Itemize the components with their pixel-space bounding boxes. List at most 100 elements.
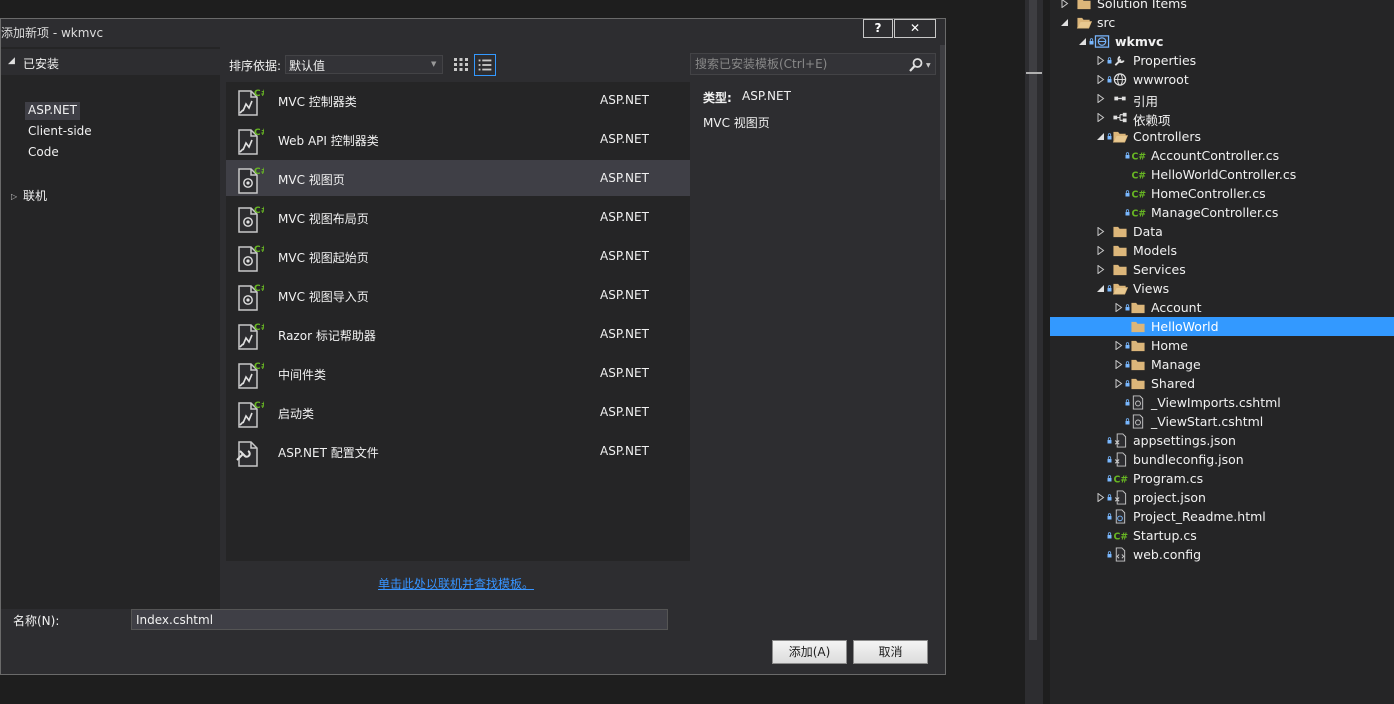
collapsed-triangle-icon[interactable] [1096, 113, 1105, 122]
category-client-side[interactable]: Client-side [25, 123, 95, 141]
tree-item[interactable]: wkmvc [1050, 32, 1394, 51]
name-input[interactable] [131, 609, 668, 630]
tree-item[interactable]: Project_Readme.html [1050, 507, 1394, 526]
search-box[interactable]: ▼ [690, 53, 936, 75]
help-button[interactable]: ? [863, 19, 893, 38]
tree-item-label: Account [1151, 300, 1202, 315]
grid-view-icon[interactable] [451, 54, 471, 74]
template-row[interactable]: C# MVC 视图起始页 ASP.NET [226, 238, 690, 274]
json-file-icon [1114, 452, 1127, 467]
collapsed-triangle-icon[interactable] [1096, 227, 1105, 236]
tree-item-label: HelloWorld [1151, 319, 1219, 334]
expanded-triangle-icon[interactable]: ◢ [8, 56, 15, 66]
sort-dropdown[interactable]: 默认值 [285, 55, 443, 74]
collapsed-triangle-icon[interactable] [1114, 379, 1123, 388]
template-row[interactable]: C# MVC 控制器类 ASP.NET [226, 82, 690, 118]
solution-explorer-tree: Solution Items src wkmvc Properties wwwroot 引… [1050, 0, 1394, 704]
collapsed-triangle-icon[interactable] [1114, 360, 1123, 369]
collapsed-triangle-icon[interactable] [1096, 265, 1105, 274]
search-icon[interactable] [908, 57, 924, 73]
config-file-icon [236, 441, 258, 467]
template-row[interactable]: C# 启动类 ASP.NET [226, 394, 690, 430]
csharp-file-icon: C# [1131, 189, 1146, 200]
sort-label: 排序依据: [229, 59, 282, 73]
dialog-titlebar[interactable]: 添加新项 - wkmvc ? ✕ [1, 19, 945, 47]
tree-item[interactable]: Data [1050, 222, 1394, 241]
tree-item[interactable]: C# Program.cs [1050, 469, 1394, 488]
tree-item-label: src [1097, 15, 1116, 30]
tree-item[interactable]: C# Startup.cs [1050, 526, 1394, 545]
collapsed-triangle-icon[interactable] [1060, 0, 1069, 8]
expanded-triangle-icon[interactable] [1096, 284, 1105, 293]
template-row[interactable]: C# MVC 视图导入页 ASP.NET [226, 277, 690, 313]
tree-item[interactable]: project.json [1050, 488, 1394, 507]
template-category: ASP.NET [600, 171, 649, 185]
tree-item[interactable]: C# AccountController.cs [1050, 146, 1394, 165]
collapsed-triangle-icon[interactable] [1096, 493, 1105, 502]
tree-item[interactable]: C# HelloWorldController.cs [1050, 165, 1394, 184]
tree-node-installed[interactable]: ◢ 已安装 [1, 49, 220, 75]
template-row[interactable]: C# MVC 视图布局页 ASP.NET [226, 199, 690, 235]
template-category-tree: ◢ 已安装 ASP.NET Client-side Code ▷ 联机 [1, 47, 220, 609]
category-code[interactable]: Code [25, 144, 62, 162]
tree-item[interactable]: Properties [1050, 51, 1394, 70]
add-button[interactable]: 添加(A) [772, 640, 847, 664]
html-file-icon [1115, 509, 1126, 524]
expanded-triangle-icon[interactable] [1078, 37, 1087, 46]
collapsed-triangle-icon[interactable] [1096, 56, 1105, 65]
chevron-down-icon[interactable]: ▼ [431, 60, 436, 68]
csharp-file-icon: C# [1113, 474, 1128, 485]
collapsed-triangle-icon[interactable] [1114, 303, 1123, 312]
tree-item[interactable]: wwwroot [1050, 70, 1394, 89]
tree-item[interactable]: 引用 [1050, 89, 1394, 109]
search-input[interactable] [691, 54, 901, 74]
tree-item[interactable]: bundleconfig.json [1050, 450, 1394, 469]
collapsed-triangle-icon[interactable] [1096, 75, 1105, 84]
close-button[interactable]: ✕ [894, 19, 936, 38]
tree-item[interactable]: Services [1050, 260, 1394, 279]
collapsed-triangle-icon[interactable] [1096, 246, 1105, 255]
category-aspnet[interactable]: ASP.NET [25, 102, 80, 120]
tree-item[interactable]: C# ManageController.cs [1050, 203, 1394, 222]
tree-item[interactable]: Home [1050, 336, 1394, 355]
tree-item[interactable]: Views [1050, 279, 1394, 298]
svg-text:C#: C# [1131, 208, 1146, 219]
dialog-scrollbar[interactable] [940, 45, 945, 200]
tree-item-label: Startup.cs [1133, 528, 1197, 543]
tree-item[interactable]: src [1050, 13, 1394, 32]
tree-item[interactable]: appsettings.json [1050, 431, 1394, 450]
tree-item-label: Controllers [1133, 129, 1201, 144]
tree-item[interactable]: Account [1050, 298, 1394, 317]
tree-item[interactable]: Manage [1050, 355, 1394, 374]
template-row[interactable]: C# 中间件类 ASP.NET [226, 355, 690, 391]
search-options-chevron-icon[interactable]: ▼ [926, 62, 931, 69]
tree-item[interactable]: 依赖项 [1050, 108, 1394, 128]
detail-description: MVC 视图页 [703, 116, 770, 130]
template-row[interactable]: C# MVC 视图页 ASP.NET [226, 160, 690, 196]
list-view-icon[interactable] [474, 54, 496, 76]
web-project-icon [1094, 35, 1110, 48]
tree-item[interactable]: C# HomeController.cs [1050, 184, 1394, 203]
tree-item[interactable]: _ViewImports.cshtml [1050, 393, 1394, 412]
tree-item[interactable]: Shared [1050, 374, 1394, 393]
folder-icon [1131, 302, 1145, 314]
template-row[interactable]: C# Razor 标记帮助器 ASP.NET [226, 316, 690, 352]
collapsed-triangle-icon[interactable] [1114, 341, 1123, 350]
tree-item[interactable]: _ViewStart.cshtml [1050, 412, 1394, 431]
expanded-triangle-icon[interactable] [1096, 132, 1105, 141]
find-online-templates-link[interactable]: 单击此处以联机并查找模板。 [378, 575, 534, 592]
cancel-button[interactable]: 取消 [853, 640, 928, 664]
tree-item[interactable]: Solution Items [1050, 0, 1394, 13]
tree-item[interactable]: web.config [1050, 545, 1394, 564]
scrollbar-thumb[interactable] [1029, 0, 1037, 640]
collapsed-triangle-icon[interactable]: ▷ [11, 192, 17, 201]
tree-item[interactable]: Models [1050, 241, 1394, 260]
template-row[interactable]: ASP.NET 配置文件 ASP.NET [226, 433, 690, 469]
template-row[interactable]: C# Web API 控制器类 ASP.NET [226, 121, 690, 157]
collapsed-triangle-icon[interactable] [1096, 94, 1105, 103]
tree-node-online[interactable]: 联机 [23, 187, 47, 204]
tree-item[interactable]: Controllers [1050, 127, 1394, 146]
tree-item[interactable]: HelloWorld [1050, 317, 1394, 336]
expanded-triangle-icon[interactable] [1060, 18, 1069, 27]
svg-text:C#: C# [254, 206, 264, 216]
